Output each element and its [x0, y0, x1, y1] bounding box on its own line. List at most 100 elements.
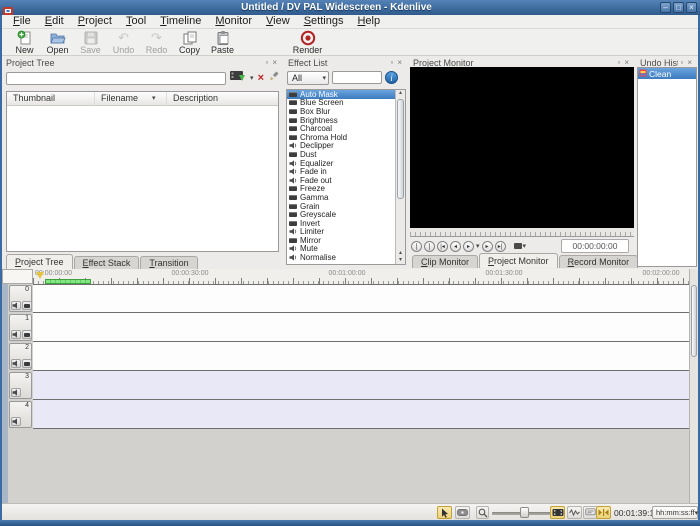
- set-zone-end-icon[interactable]: ]: [424, 240, 435, 252]
- add-clip-icon[interactable]: [230, 69, 246, 87]
- timecode-format-dropdown[interactable]: hh:mm:ss:ff ▾: [652, 506, 698, 519]
- timeline-track-1[interactable]: [33, 313, 690, 342]
- timeline-track-0[interactable]: [33, 284, 690, 313]
- monitor-seek-ruler[interactable]: [410, 228, 634, 237]
- effect-search-input[interactable]: [332, 71, 382, 84]
- scroll-down-icon[interactable]: ▾: [396, 257, 405, 264]
- monitor-video-area[interactable]: [410, 67, 634, 228]
- razor-tool-button[interactable]: [455, 506, 470, 519]
- close-panel-icon[interactable]: ×: [685, 58, 694, 67]
- monitor-timecode-field[interactable]: 00:00:00:00: [561, 239, 629, 253]
- hide-track-icon[interactable]: [22, 330, 32, 339]
- go-to-start-icon[interactable]: |◂: [437, 240, 448, 252]
- timeline-track-2[interactable]: [33, 342, 690, 371]
- column-header-description[interactable]: Description: [167, 92, 278, 105]
- project-tree-list[interactable]: Thumbnail Filename ▾ Description: [6, 91, 279, 252]
- effect-item-fade-in[interactable]: Fade in: [287, 167, 396, 176]
- scrollbar-thumb[interactable]: [397, 99, 404, 199]
- menu-settings[interactable]: Settings: [297, 15, 351, 28]
- close-icon[interactable]: ×: [686, 2, 697, 13]
- hide-track-icon[interactable]: [22, 359, 32, 368]
- tab-effect-stack[interactable]: Effect Stack: [73, 256, 140, 269]
- new-button[interactable]: New: [8, 30, 41, 55]
- menu-project[interactable]: Project: [71, 15, 119, 28]
- effect-item-mute[interactable]: Mute: [287, 244, 396, 253]
- playhead-icon[interactable]: [36, 272, 44, 279]
- monitor-config-icon[interactable]: ▾: [513, 242, 526, 250]
- timeline-tracks[interactable]: [33, 284, 690, 503]
- mute-track-icon[interactable]: [11, 301, 21, 310]
- float-panel-icon[interactable]: ▫: [388, 58, 395, 67]
- tab-project-monitor[interactable]: Project Monitor: [479, 253, 558, 268]
- audio-thumbnails-toggle[interactable]: [567, 506, 582, 519]
- effect-item-greyscale[interactable]: Greyscale: [287, 210, 396, 219]
- select-tool-button[interactable]: [437, 506, 452, 519]
- effect-item-mirror[interactable]: Mirror: [287, 236, 396, 245]
- add-clip-menu-chevron-icon[interactable]: ▾: [250, 74, 254, 82]
- effect-item-chroma-hold[interactable]: Chroma Hold: [287, 133, 396, 142]
- effect-item-fade-out[interactable]: Fade out: [287, 176, 396, 185]
- effect-item-limiter[interactable]: Limiter: [287, 227, 396, 236]
- project-tree-search-input[interactable]: [6, 71, 227, 85]
- copy-button[interactable]: Copy: [173, 30, 206, 55]
- go-to-end-icon[interactable]: ▸|: [494, 240, 506, 252]
- effect-item-brightness[interactable]: Brightness: [287, 116, 396, 125]
- paste-button[interactable]: Paste: [206, 30, 239, 55]
- tab-project-tree[interactable]: Project Tree: [6, 254, 73, 269]
- menu-help[interactable]: Help: [350, 15, 387, 28]
- mute-track-icon[interactable]: [11, 359, 21, 368]
- tab-record-monitor[interactable]: Record Monitor: [558, 255, 639, 268]
- mute-track-icon[interactable]: [11, 417, 21, 426]
- render-button[interactable]: Render: [291, 30, 324, 55]
- video-thumbnails-toggle[interactable]: [550, 506, 565, 519]
- undo-item-clean[interactable]: Clean: [638, 68, 696, 79]
- track-header-3[interactable]: 3: [9, 372, 32, 399]
- edit-clip-icon[interactable]: [268, 69, 279, 87]
- maximize-icon[interactable]: □: [673, 2, 684, 13]
- effect-item-blue-screen[interactable]: Blue Screen: [287, 98, 396, 107]
- effect-item-box-blur[interactable]: Box Blur: [287, 107, 396, 116]
- effect-item-freeze[interactable]: Freeze: [287, 184, 396, 193]
- menu-timeline[interactable]: Timeline: [153, 15, 208, 28]
- timeline-ruler[interactable]: 00:00:00:00 00:00:30:00 00:01:00:00 00:01:3…: [33, 269, 690, 285]
- effect-item-auto-mask[interactable]: Auto Mask: [287, 90, 396, 99]
- timeline-track-3[interactable]: [33, 371, 690, 400]
- scrollbar-thumb[interactable]: [691, 285, 697, 357]
- frame-back-icon[interactable]: ◂: [450, 240, 461, 252]
- set-zone-start-icon[interactable]: [: [411, 240, 422, 252]
- menu-tool[interactable]: Tool: [119, 15, 153, 28]
- menu-edit[interactable]: Edit: [38, 15, 71, 28]
- float-panel-icon[interactable]: ▫: [678, 58, 685, 67]
- float-panel-icon[interactable]: ▫: [615, 58, 622, 67]
- timeline-track-4[interactable]: [33, 400, 690, 429]
- delete-clip-icon[interactable]: ×: [258, 72, 264, 84]
- info-icon[interactable]: i: [385, 71, 398, 84]
- mute-track-icon[interactable]: [11, 330, 21, 339]
- tab-clip-monitor[interactable]: Clip Monitor: [412, 255, 479, 268]
- scroll-up-icon[interactable]: ▴: [396, 90, 405, 97]
- column-header-filename[interactable]: Filename ▾: [95, 92, 167, 105]
- zoom-slider-handle[interactable]: [520, 507, 529, 518]
- effect-filter-dropdown[interactable]: All ▾: [287, 70, 329, 85]
- column-header-thumbnail[interactable]: Thumbnail: [7, 92, 95, 105]
- snap-toggle[interactable]: [596, 506, 611, 519]
- frame-forward-icon[interactable]: ▸: [481, 240, 493, 252]
- close-panel-icon[interactable]: ×: [622, 58, 631, 67]
- titlebar[interactable]: Untitled / DV PAL Widescreen - Kdenlive …: [0, 0, 700, 15]
- effect-item-grain[interactable]: Grain: [287, 202, 396, 211]
- effect-item-charcoal[interactable]: Charcoal: [287, 124, 396, 133]
- minimize-icon[interactable]: –: [660, 2, 671, 13]
- float-panel-icon[interactable]: ▫: [263, 58, 270, 67]
- timeline-vertical-scrollbar[interactable]: [689, 269, 698, 503]
- effect-list-scrollbar[interactable]: ▴ ▴ ▾: [395, 90, 405, 264]
- menu-file[interactable]: File: [6, 15, 38, 28]
- menu-view[interactable]: View: [259, 15, 297, 28]
- track-header-1[interactable]: 1: [9, 314, 32, 341]
- effect-item-equalizer[interactable]: Equalizer: [287, 159, 396, 168]
- effect-item-dust[interactable]: Dust: [287, 150, 396, 159]
- track-header-0[interactable]: 0: [9, 285, 32, 312]
- effect-item-gamma[interactable]: Gamma: [287, 193, 396, 202]
- close-panel-icon[interactable]: ×: [270, 58, 279, 67]
- play-icon[interactable]: ▸: [463, 240, 474, 252]
- close-panel-icon[interactable]: ×: [395, 58, 404, 67]
